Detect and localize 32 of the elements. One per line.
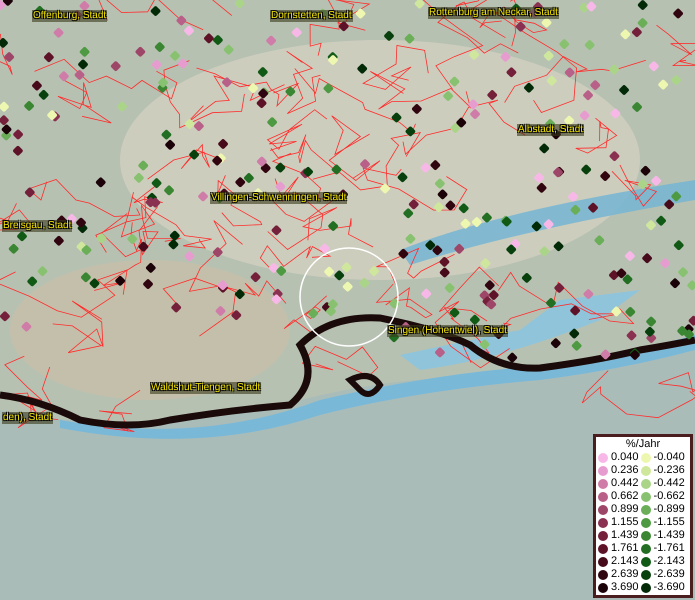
legend-value: -0.662 (654, 490, 685, 503)
legend-value: -2.639 (654, 568, 685, 581)
legend-value: 0.899 (611, 503, 639, 516)
legend-value: -1.155 (654, 516, 685, 529)
legend-value: 2.143 (611, 555, 639, 568)
legend-value: -0.899 (654, 503, 685, 516)
legend-value: 3.690 (611, 581, 639, 594)
city-label: Dornstetten, Stadt (270, 10, 353, 22)
city-label: Offenburg, Stadt (32, 10, 108, 22)
city-label: Singen (Hohentwiel), Stadt (387, 325, 508, 337)
legend-value: 0.662 (611, 490, 639, 503)
legend-value: -0.442 (654, 477, 685, 490)
legend-value: 1.439 (611, 529, 639, 542)
city-label: Waldshut-Tiengen, Stadt (150, 382, 262, 394)
legend-value: -1.761 (654, 542, 685, 555)
legend-value: -0.236 (654, 464, 685, 477)
legend-value: -0.040 (654, 451, 685, 464)
city-label: Albstadt, Stadt (517, 124, 584, 136)
legend-value: -1.439 (654, 529, 685, 542)
legend-value: 1.155 (611, 516, 639, 529)
legend-title: %/Jahr (624, 438, 662, 451)
city-label: Rottenburg am Neckar, Stadt (428, 7, 559, 19)
city-label: Villingen-Schwenningen, Stadt (210, 192, 348, 204)
legend-value: 0.236 (611, 464, 639, 477)
legend-value: -2.143 (654, 555, 685, 568)
legend-value: 0.040 (611, 451, 639, 464)
city-label: Breisgau, Stadt (2, 220, 72, 232)
legend-value: 2.639 (611, 568, 639, 581)
legend-value: 1.761 (611, 542, 639, 555)
legend-value: -3.690 (654, 581, 685, 594)
city-label: den), Stadt (2, 412, 53, 424)
legend-value: 0.442 (611, 477, 639, 490)
